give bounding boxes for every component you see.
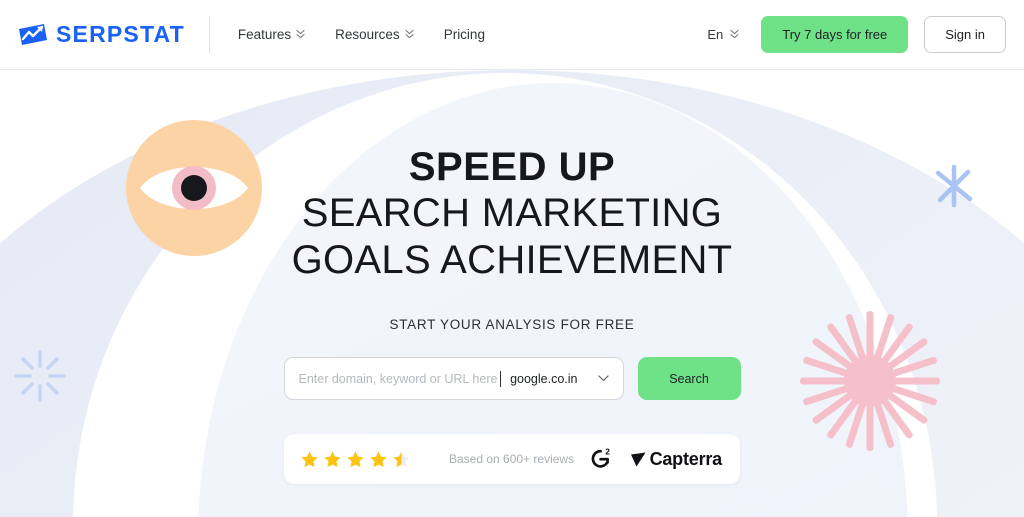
search-input[interactable]: [298, 371, 499, 386]
reviews-card: Based on 600+ reviews 2 Capterra: [284, 434, 740, 485]
g2-logo-icon: 2: [591, 447, 610, 468]
site-header: SERPSTAT Features Resources Pricing En T…: [0, 0, 1024, 70]
review-platform-badges: 2 Capterra: [587, 446, 722, 472]
headline-line-1: SPEED UP: [408, 145, 616, 189]
svg-text:2: 2: [605, 447, 610, 457]
capterra-logo: Capterra: [628, 449, 722, 470]
search-button[interactable]: Search: [637, 357, 741, 401]
try-free-button[interactable]: Try 7 days for free: [761, 16, 909, 53]
capterra-logo-icon: [630, 452, 646, 467]
headline-line-2: SEARCH MARKETING: [301, 191, 723, 236]
sign-in-button[interactable]: Sign in: [924, 16, 1006, 53]
header-actions: En Try 7 days for free Sign in: [707, 16, 1006, 53]
chevron-down-icon: [597, 375, 609, 382]
hero-search-row: google.co.in Search: [283, 357, 741, 401]
star-full-icon: [370, 451, 387, 467]
serpstat-logo[interactable]: SERPSTAT: [18, 23, 185, 47]
text-cursor: [500, 370, 502, 387]
chevron-double-down-icon: [730, 29, 739, 39]
nav-label-features: Features: [237, 27, 292, 42]
serpstat-landing-page: SERPSTAT Features Resources Pricing En T…: [0, 0, 1024, 517]
search-engine-selector[interactable]: google.co.in: [510, 371, 609, 386]
star-full-icon: [347, 451, 364, 467]
reviews-count-label: Based on 600+ reviews: [449, 452, 575, 467]
nav-label-resources: Resources: [335, 27, 400, 42]
search-engine-label: google.co.in: [510, 371, 578, 386]
search-box[interactable]: google.co.in: [283, 357, 624, 401]
hero-headline: SPEED UP SEARCH MARKETING GOALS ACHIEVEM…: [292, 144, 733, 283]
nav-item-resources[interactable]: Resources: [335, 27, 414, 42]
main-navigation: Features Resources Pricing: [238, 27, 485, 42]
headline-line-3: GOALS ACHIEVEMENT: [291, 237, 733, 282]
star-half-icon: [393, 451, 410, 467]
language-label: En: [707, 27, 724, 42]
nav-label-pricing: Pricing: [443, 27, 485, 42]
chevron-double-down-icon: [296, 29, 305, 39]
serpstat-wordmark: SERPSTAT: [56, 21, 185, 47]
star-rating: [300, 450, 411, 469]
serpstat-chart-logo-icon: [19, 23, 47, 45]
star-full-icon: [324, 451, 341, 467]
nav-item-features[interactable]: Features: [238, 27, 305, 42]
hero-subheadline: START YOUR ANALYSIS FOR FREE: [389, 317, 635, 333]
header-divider: [208, 16, 210, 53]
star-full-icon: [301, 451, 318, 467]
capterra-wordmark: Capterra: [649, 448, 723, 469]
nav-item-pricing[interactable]: Pricing: [444, 27, 485, 42]
chevron-double-down-icon: [405, 29, 414, 39]
hero-content: SPEED UP SEARCH MARKETING GOALS ACHIEVEM…: [0, 70, 1024, 517]
language-selector[interactable]: En: [707, 27, 739, 42]
hero-section: SPEED UP SEARCH MARKETING GOALS ACHIEVEM…: [0, 70, 1024, 517]
